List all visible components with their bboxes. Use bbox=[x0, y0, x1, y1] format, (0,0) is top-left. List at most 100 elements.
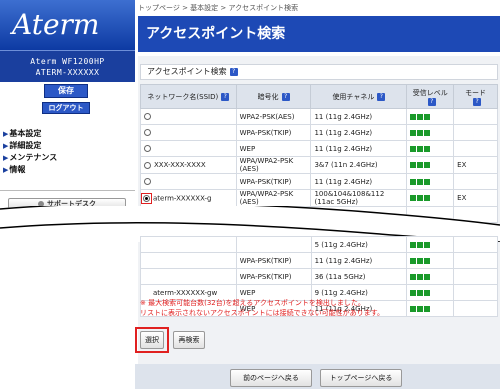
cell-signal bbox=[406, 173, 455, 190]
signal-level-icon bbox=[410, 178, 431, 186]
table-row[interactable]: aterm-XXXXXX-g WPA/WPA2-PSK (AES) 100&104&… bbox=[140, 189, 498, 207]
select-button[interactable]: 選択 bbox=[140, 331, 164, 349]
cell-channel: 11 (11g 2.4GHz) bbox=[310, 173, 408, 190]
signal-level-icon bbox=[410, 273, 431, 281]
table-row[interactable]: WEP 11 (11g 2.4GHz) bbox=[140, 140, 498, 157]
cell-ssid[interactable]: XXX-XXX-XXXX bbox=[140, 156, 237, 174]
cell-encryption bbox=[235, 236, 312, 253]
back-button[interactable]: 前のページへ戻る bbox=[230, 369, 312, 387]
arrow-right-icon: ▶ bbox=[3, 130, 9, 138]
cell-ssid[interactable]: aterm-XXXXXX-g bbox=[140, 189, 237, 207]
table-row[interactable]: WPA-PSK(TKIP) 11 (11g 2.4GHz) bbox=[140, 252, 498, 269]
signal-level-icon bbox=[410, 145, 431, 153]
section-header: アクセスポイント検索? bbox=[140, 64, 498, 80]
help-icon[interactable]: ? bbox=[377, 92, 386, 101]
column-header-label: 使用チャネル bbox=[332, 92, 375, 101]
warning-line-2: リストに表示されないアクセスポイントには接続できない可能性があります。 bbox=[140, 309, 384, 317]
sidebar-item-maintenance[interactable]: ▶メンテナンス bbox=[0, 152, 135, 164]
table-row[interactable]: 5 (11g 2.4GHz) bbox=[140, 236, 498, 253]
table-header-row: ネットワーク名(SSID)? 暗号化? 使用チャネル? 受信レベル? モード? bbox=[140, 84, 498, 109]
cell-signal bbox=[406, 189, 455, 207]
table-row[interactable]: WPA-PSK(TKIP) 36 (11a 5GHz) bbox=[140, 268, 498, 285]
column-header-ssid: ネットワーク名(SSID)? bbox=[140, 84, 237, 109]
ssid-radio[interactable] bbox=[144, 129, 151, 136]
sidebar-divider bbox=[0, 190, 135, 191]
cell-signal bbox=[406, 252, 455, 269]
help-icon[interactable]: ? bbox=[221, 92, 230, 101]
model-name: Aterm WF1200HP bbox=[30, 57, 105, 66]
cell-channel: 11 (11g 2.4GHz) bbox=[310, 252, 408, 269]
cell-mode bbox=[453, 140, 498, 157]
cell-channel: 11 (11g 2.4GHz) bbox=[310, 108, 408, 125]
arrow-right-icon: ▶ bbox=[3, 166, 9, 174]
sidebar-item-label: 基本設定 bbox=[9, 129, 42, 138]
sidebar-nav: ▶基本設定 ▶詳細設定 ▶メンテナンス ▶情報 bbox=[0, 128, 135, 176]
sidebar-item-label: 詳細設定 bbox=[9, 141, 42, 150]
table-row[interactable]: XXX-XXX-XXXX WPA/WPA2-PSK (AES) 3&7 (11n 2… bbox=[140, 156, 498, 174]
cell-signal bbox=[406, 236, 455, 253]
cell-encryption: WPA2-PSK(AES) bbox=[235, 108, 312, 125]
cell-ssid[interactable] bbox=[140, 108, 237, 125]
ssid-text: XXX-XXX-XXXX bbox=[154, 161, 206, 169]
sidebar-item-label: 情報 bbox=[9, 165, 26, 174]
cell-signal bbox=[406, 124, 455, 141]
ssid-radio[interactable] bbox=[144, 161, 151, 169]
radio-highlight bbox=[141, 192, 152, 204]
cell-channel: 36 (11a 5GHz) bbox=[310, 268, 408, 285]
signal-level-icon bbox=[410, 257, 431, 265]
sidebar-item-basic-settings[interactable]: ▶基本設定 bbox=[0, 128, 135, 140]
help-icon[interactable]: ? bbox=[229, 67, 238, 76]
section-label: アクセスポイント検索 bbox=[147, 67, 227, 76]
column-header-label: ネットワーク名(SSID) bbox=[147, 92, 219, 101]
save-button[interactable]: 保存 bbox=[44, 84, 88, 98]
sidebar-item-info[interactable]: ▶情報 bbox=[0, 164, 135, 176]
ssid-radio[interactable] bbox=[144, 178, 151, 185]
cell-ssid[interactable] bbox=[140, 268, 237, 285]
cell-ssid[interactable] bbox=[140, 173, 237, 190]
cell-signal bbox=[406, 140, 455, 157]
help-icon[interactable]: ? bbox=[473, 97, 482, 106]
column-header-mode: モード? bbox=[453, 84, 498, 109]
cell-mode bbox=[453, 268, 498, 285]
device-name: ATERM-XXXXXX bbox=[35, 68, 100, 77]
cell-mode bbox=[453, 108, 498, 125]
aterm-logo: Aterm bbox=[12, 8, 100, 41]
signal-level-icon bbox=[410, 161, 431, 169]
sidebar-item-label: メンテナンス bbox=[9, 153, 58, 162]
column-header-signal: 受信レベル? bbox=[406, 84, 455, 109]
breadcrumb: トップページ > 基本設定 > アクセスポイント検索 bbox=[138, 4, 299, 12]
signal-level-icon bbox=[410, 129, 431, 137]
cell-mode bbox=[453, 173, 498, 190]
cell-ssid[interactable] bbox=[140, 124, 237, 141]
ssid-radio[interactable] bbox=[143, 194, 150, 202]
cell-encryption: WPA/WPA2-PSK (AES) bbox=[235, 189, 312, 207]
cell-encryption: WPA-PSK(TKIP) bbox=[235, 173, 312, 190]
cell-mode bbox=[453, 236, 498, 253]
cell-channel: 11 (11g 2.4GHz) bbox=[310, 140, 408, 157]
cell-channel: 3&7 (11n 2.4GHz) bbox=[310, 156, 408, 174]
cell-ssid[interactable] bbox=[140, 236, 237, 253]
signal-level-icon bbox=[410, 113, 431, 121]
table-row[interactable]: WPA-PSK(TKIP) 11 (11g 2.4GHz) bbox=[140, 173, 498, 190]
sidebar: Aterm Aterm WF1200HP ATERM-XXXXXX 保存 ログア… bbox=[0, 0, 135, 389]
cell-ssid[interactable] bbox=[140, 252, 237, 269]
access-point-table: ネットワーク名(SSID)? 暗号化? 使用チャネル? 受信レベル? モード? … bbox=[140, 84, 498, 223]
ssid-radio[interactable] bbox=[144, 113, 151, 120]
cell-channel: 5 (11g 2.4GHz) bbox=[310, 236, 408, 253]
footer-bar bbox=[135, 364, 500, 389]
save-area: 保存 ログアウト bbox=[0, 82, 135, 122]
help-icon[interactable]: ? bbox=[427, 97, 436, 106]
table-row[interactable]: WPA2-PSK(AES) 11 (11g 2.4GHz) bbox=[140, 108, 498, 125]
top-page-button[interactable]: トップページへ戻る bbox=[320, 369, 402, 387]
sidebar-item-advanced-settings[interactable]: ▶詳細設定 bbox=[0, 140, 135, 152]
cell-mode bbox=[453, 252, 498, 269]
cell-mode: EX bbox=[453, 156, 498, 174]
help-icon[interactable]: ? bbox=[281, 92, 290, 101]
column-header-label: 暗号化 bbox=[257, 92, 279, 101]
ssid-radio[interactable] bbox=[144, 145, 151, 152]
signal-level-icon bbox=[410, 194, 431, 202]
logout-button[interactable]: ログアウト bbox=[42, 102, 90, 114]
research-button[interactable]: 再検索 bbox=[173, 331, 205, 349]
cell-ssid[interactable] bbox=[140, 140, 237, 157]
table-row[interactable]: WPA-PSK(TKIP) 11 (11g 2.4GHz) bbox=[140, 124, 498, 141]
